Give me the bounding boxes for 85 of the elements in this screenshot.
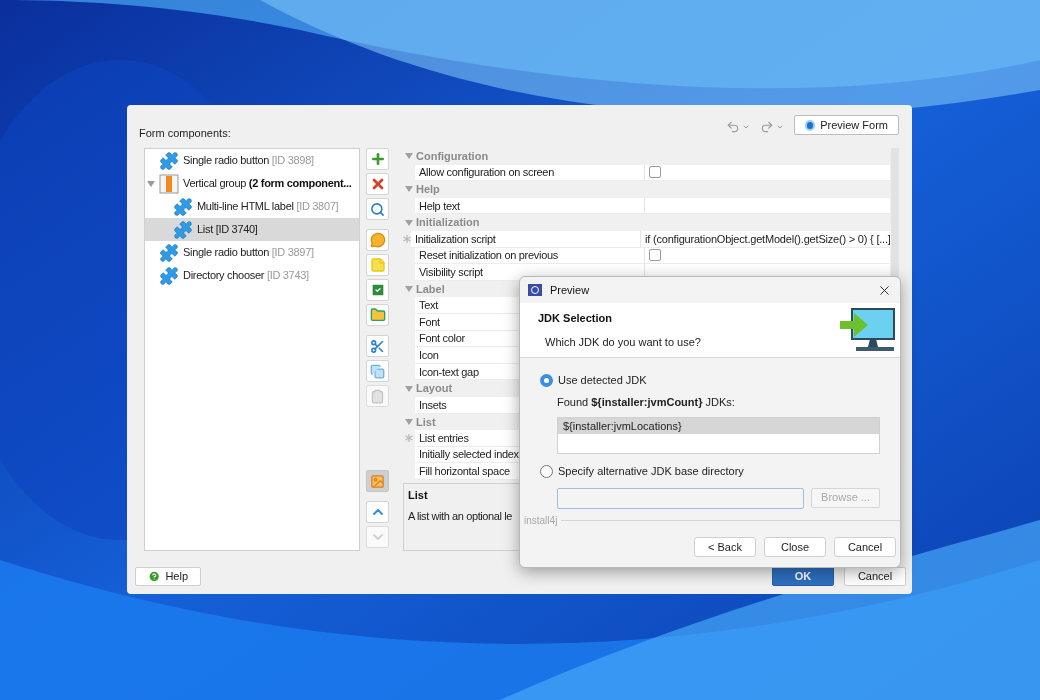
brand-label: install4j — [523, 513, 558, 528]
puzzle-icon — [173, 219, 193, 240]
section-heading: Configuration — [416, 149, 489, 165]
property-name[interactable]: Text — [419, 298, 438, 313]
collapse-triangle-icon[interactable] — [405, 417, 413, 426]
magnifier-icon — [370, 201, 385, 217]
scissors-icon — [370, 338, 385, 354]
monitor-arrow-icon — [840, 307, 896, 353]
find-tool-button[interactable] — [366, 198, 389, 220]
directory-field[interactable] — [557, 487, 805, 509]
puzzle-icon — [173, 196, 193, 217]
up-tool-button[interactable] — [366, 501, 389, 523]
property-value[interactable]: if (configurationObject.getModel().getSize() > 0) { [...] — [645, 230, 891, 247]
wizard-button[interactable]: Cancel — [834, 537, 896, 557]
radio-button[interactable] — [540, 373, 553, 387]
section-heading: List — [416, 414, 436, 430]
cut-tool-button[interactable] — [366, 335, 389, 357]
help-button[interactable]: Help — [135, 567, 201, 586]
property-name[interactable]: Icon — [419, 347, 439, 362]
property-name[interactable]: List entries — [419, 430, 469, 445]
list-item[interactable]: ${installer:jvmLocations} — [558, 417, 879, 434]
page-subheading: Which JDK do you want to use? — [544, 334, 701, 350]
delete-tool-button[interactable] — [366, 173, 389, 195]
description-title: List — [408, 488, 428, 503]
tree-item[interactable]: Single radio button [ID 3898] — [145, 149, 359, 172]
property-name[interactable]: Initialization script — [415, 231, 496, 246]
tree-item[interactable]: Vertical group (2 form component... — [145, 172, 359, 195]
app-icon — [528, 284, 542, 296]
radio-button[interactable] — [540, 465, 553, 478]
speech-bubble-icon — [369, 232, 386, 248]
folder-tool-button[interactable] — [366, 304, 389, 326]
property-name[interactable]: Insets — [419, 397, 447, 412]
tree-item[interactable]: Multi-line HTML label [ID 3807] — [145, 195, 359, 218]
puzzle-icon — [159, 242, 179, 263]
collapse-triangle-icon[interactable] — [405, 185, 413, 194]
checkbox[interactable] — [649, 249, 661, 262]
collapse-triangle-icon[interactable] — [405, 152, 413, 161]
image-icon — [370, 473, 385, 489]
collapse-triangle-icon[interactable] — [405, 285, 413, 294]
section-heading: Layout — [416, 381, 453, 397]
collapse-triangle-icon[interactable] — [405, 218, 413, 227]
section-heading: Initialization — [416, 215, 480, 231]
image-tool-button[interactable] — [366, 470, 389, 492]
copy-icon — [370, 363, 385, 379]
checkbox[interactable] — [649, 166, 661, 179]
comment-tool-button[interactable] — [366, 229, 389, 251]
property-name[interactable]: Icon-text gap — [419, 364, 479, 379]
clipboard-icon — [370, 388, 385, 404]
property-name[interactable]: Help text — [419, 198, 460, 213]
undo-icon — [726, 119, 740, 134]
wizard-button[interactable]: < Back — [694, 537, 756, 557]
radio-label[interactable]: Specify alternative JDK base directory — [558, 463, 744, 480]
column-layout-icon — [159, 173, 179, 194]
property-name[interactable]: Font — [419, 314, 440, 329]
dialog-button[interactable]: Cancel — [844, 567, 906, 586]
property-name[interactable]: Fill horizontal space — [419, 464, 510, 479]
expand-triangle-icon[interactable] — [147, 179, 155, 188]
section-label: Form components: — [139, 126, 231, 141]
check-tool-button[interactable] — [366, 279, 389, 301]
collapse-triangle-icon[interactable] — [405, 384, 413, 393]
wizard-button[interactable]: Close — [764, 537, 826, 557]
section-heading: Label — [416, 281, 445, 297]
property-name[interactable]: Visibility script — [419, 264, 483, 279]
description-text: A list with an optional le — [408, 508, 512, 524]
window-title: Preview — [550, 282, 590, 298]
page-heading: JDK Selection — [538, 311, 613, 326]
copy-tool-button[interactable] — [366, 360, 389, 382]
puzzle-icon — [159, 265, 179, 286]
plus-icon — [369, 151, 386, 167]
sticky-note-icon — [369, 257, 386, 273]
tree-item[interactable]: Single radio button [ID 3897] — [145, 241, 359, 264]
tree-item[interactable]: Directory chooser [ID 3743] — [145, 264, 359, 287]
radio-label[interactable]: Use detected JDK — [558, 371, 647, 389]
found-text: Found ${installer:jvmCount} JDKs: — [557, 395, 736, 410]
checkbox-icon — [369, 282, 386, 298]
redo-icon — [760, 119, 774, 134]
folder-icon — [369, 307, 386, 323]
property-name[interactable]: Font color — [419, 331, 465, 346]
add-tool-button[interactable] — [366, 148, 389, 170]
tree-item[interactable]: List [ID 3740] — [145, 218, 359, 241]
section-heading: Help — [416, 182, 440, 198]
help-icon — [148, 570, 161, 583]
property-name[interactable]: Initially selected index — [419, 447, 519, 462]
puzzle-icon — [159, 150, 179, 171]
preview-form-button[interactable]: Preview Form — [794, 115, 899, 135]
